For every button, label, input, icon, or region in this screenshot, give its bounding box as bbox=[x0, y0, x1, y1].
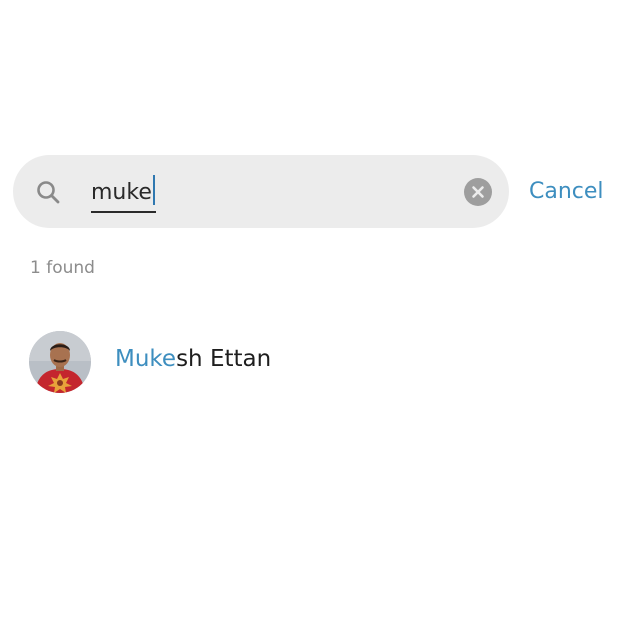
avatar bbox=[29, 331, 91, 393]
contact-name: Mukesh Ettan bbox=[115, 346, 271, 372]
avatar-photo bbox=[29, 331, 91, 393]
list-item[interactable]: Mukesh Ettan bbox=[0, 320, 640, 404]
search-query-text: muke bbox=[91, 180, 152, 205]
search-field[interactable]: muke bbox=[13, 155, 509, 228]
result-count: 1 found bbox=[30, 258, 95, 278]
name-remainder: sh Ettan bbox=[176, 346, 272, 372]
search-screen: muke Cancel 1 found Mukesh Ettan bbox=[0, 0, 640, 640]
text-cursor bbox=[152, 175, 155, 205]
clear-x-glyph bbox=[472, 186, 484, 198]
result-list: Mukesh Ettan bbox=[0, 320, 640, 404]
cancel-button[interactable]: Cancel bbox=[529, 173, 604, 211]
clear-icon[interactable] bbox=[464, 178, 492, 206]
search-query-display[interactable]: muke bbox=[91, 175, 156, 213]
search-bar: muke Cancel bbox=[13, 155, 627, 228]
name-match-highlight: Muke bbox=[115, 346, 177, 372]
search-icon bbox=[37, 181, 60, 204]
